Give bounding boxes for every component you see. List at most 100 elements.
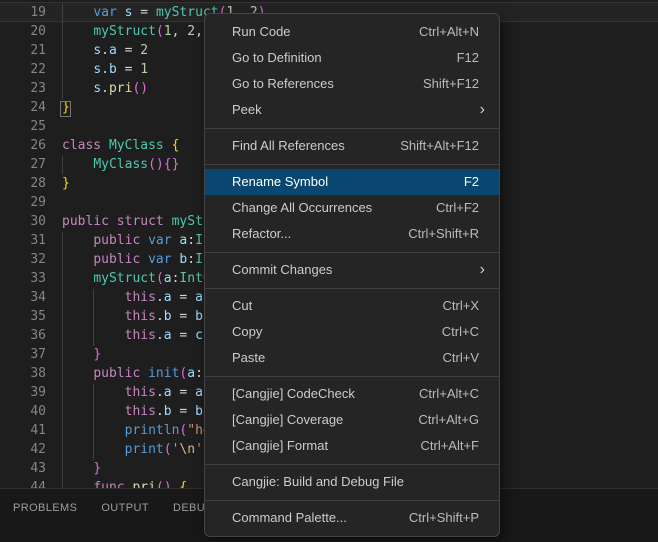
menu-item-go-to-references[interactable]: Go to ReferencesShift+F12 — [205, 71, 499, 97]
menu-item-shortcut: Ctrl+C — [442, 319, 479, 345]
line-number[interactable]: 34 — [0, 288, 46, 307]
code-token — [62, 328, 125, 343]
code-line-text[interactable]: this.a = a — [62, 288, 203, 307]
menu-separator — [205, 128, 499, 129]
line-number[interactable]: 26 — [0, 136, 46, 155]
menu-item-cangjie-coverage[interactable]: [Cangjie] CoverageCtrl+Alt+G — [205, 407, 499, 433]
menu-item-label: Copy — [232, 319, 262, 345]
menu-item-cangjie-build-and-debug-file[interactable]: Cangjie: Build and Debug File — [205, 469, 499, 495]
code-line-text[interactable]: s.pri() — [62, 79, 148, 98]
panel-tab-problems[interactable]: PROBLEMS — [13, 502, 77, 514]
code-token: a — [109, 43, 117, 58]
code-token: b — [164, 404, 172, 419]
menu-item-find-all-references[interactable]: Find All ReferencesShift+Alt+F12 — [205, 133, 499, 159]
menu-item-peek[interactable]: Peek› — [205, 97, 499, 123]
menu-item-shortcut: Ctrl+X — [443, 293, 479, 319]
line-number[interactable]: 30 — [0, 212, 46, 231]
code-token — [62, 157, 93, 172]
line-number[interactable]: 42 — [0, 440, 46, 459]
code-line-text[interactable]: print('\n') — [62, 440, 211, 459]
code-token: a — [195, 385, 203, 400]
line-number[interactable]: 28 — [0, 174, 46, 193]
code-token: ( — [164, 442, 172, 457]
menu-item-label: Rename Symbol — [232, 169, 328, 195]
menu-item-commit-changes[interactable]: Commit Changes› — [205, 257, 499, 283]
code-token — [62, 233, 93, 248]
code-token — [62, 442, 125, 457]
code-token: this — [125, 404, 156, 419]
menu-item-copy[interactable]: Copy Ctrl+C — [205, 319, 499, 345]
line-number[interactable]: 43 — [0, 459, 46, 478]
menu-item-go-to-definition[interactable]: Go to Definition F12 — [205, 45, 499, 71]
code-token: myStruct — [93, 24, 156, 39]
menu-item-label: [Cangjie] Format — [232, 433, 328, 459]
menu-item-shortcut: F12 — [457, 45, 479, 71]
line-number[interactable]: 22 — [0, 60, 46, 79]
menu-separator — [205, 288, 499, 289]
code-line-text[interactable]: s.a = 2 — [62, 41, 148, 60]
panel-tab-output[interactable]: OUTPUT — [101, 502, 149, 514]
code-token: var — [148, 252, 171, 267]
line-number[interactable]: 33 — [0, 269, 46, 288]
code-token — [62, 309, 125, 324]
code-line-text[interactable]: class MyClass { — [62, 136, 179, 155]
line-number[interactable]: 41 — [0, 421, 46, 440]
line-number[interactable]: 27 — [0, 155, 46, 174]
code-line-text[interactable]: } — [62, 345, 101, 364]
line-number[interactable]: 40 — [0, 402, 46, 421]
code-line-text[interactable]: } — [62, 459, 101, 478]
line-number[interactable]: 31 — [0, 231, 46, 250]
menu-item-cangjie-format[interactable]: [Cangjie] Format Ctrl+Alt+F — [205, 433, 499, 459]
menu-item-cut[interactable]: CutCtrl+X — [205, 293, 499, 319]
code-token: s — [93, 62, 101, 77]
menu-item-rename-symbol[interactable]: Rename SymbolF2 — [205, 169, 499, 195]
menu-separator — [205, 500, 499, 501]
menu-item-refactor[interactable]: Refactor...Ctrl+Shift+R — [205, 221, 499, 247]
code-line-text[interactable]: this.b = b — [62, 402, 203, 421]
line-number[interactable]: 21 — [0, 41, 46, 60]
menu-item-cangjie-codecheck[interactable]: [Cangjie] CodeCheckCtrl+Alt+C — [205, 381, 499, 407]
code-line-text[interactable]: this.b = b — [62, 307, 203, 326]
code-token: a — [164, 290, 172, 305]
code-line-text[interactable]: } — [62, 174, 70, 193]
code-line-text[interactable]: MyClass(){} — [62, 155, 179, 174]
line-number[interactable]: 38 — [0, 364, 46, 383]
menu-item-command-palette[interactable]: Command Palette...Ctrl+Shift+P — [205, 505, 499, 531]
code-token: . — [101, 62, 109, 77]
line-number[interactable]: 23 — [0, 79, 46, 98]
line-number[interactable]: 20 — [0, 22, 46, 41]
code-token: var — [148, 233, 171, 248]
code-token — [62, 62, 93, 77]
code-token: 1 — [140, 62, 148, 77]
line-number[interactable]: 29 — [0, 193, 46, 212]
code-line-text[interactable]: myStruct(1, 2, 3) — [62, 22, 226, 41]
menu-item-label: Go to References — [232, 71, 334, 97]
menu-item-label: Go to Definition — [232, 45, 322, 71]
code-token: public — [93, 233, 140, 248]
line-number[interactable]: 39 — [0, 383, 46, 402]
line-number[interactable]: 36 — [0, 326, 46, 345]
line-number[interactable]: 35 — [0, 307, 46, 326]
code-line-text[interactable]: this.a = a — [62, 383, 203, 402]
code-token: = — [117, 62, 140, 77]
menu-item-shortcut: Ctrl+Alt+F — [420, 433, 479, 459]
code-token: } — [93, 347, 101, 362]
line-number[interactable]: 32 — [0, 250, 46, 269]
line-number[interactable]: 25 — [0, 117, 46, 136]
menu-item-change-all-occurrences[interactable]: Change All OccurrencesCtrl+F2 — [205, 195, 499, 221]
code-token — [140, 366, 148, 381]
code-token: ( — [156, 271, 164, 286]
code-token: println — [125, 423, 180, 438]
code-token — [62, 461, 93, 476]
line-number[interactable]: 24 — [0, 98, 46, 117]
code-token: : — [187, 233, 195, 248]
code-token: myStruct — [93, 271, 156, 286]
code-token: . — [156, 309, 164, 324]
menu-item-run-code[interactable]: Run CodeCtrl+Alt+N — [205, 19, 499, 45]
code-line-text[interactable]: this.a = c — [62, 326, 203, 345]
line-number[interactable]: 19 — [0, 3, 46, 22]
code-token: b — [195, 309, 203, 324]
code-line-text[interactable]: s.b = 1 — [62, 60, 148, 79]
line-number[interactable]: 37 — [0, 345, 46, 364]
menu-item-paste[interactable]: PasteCtrl+V — [205, 345, 499, 371]
